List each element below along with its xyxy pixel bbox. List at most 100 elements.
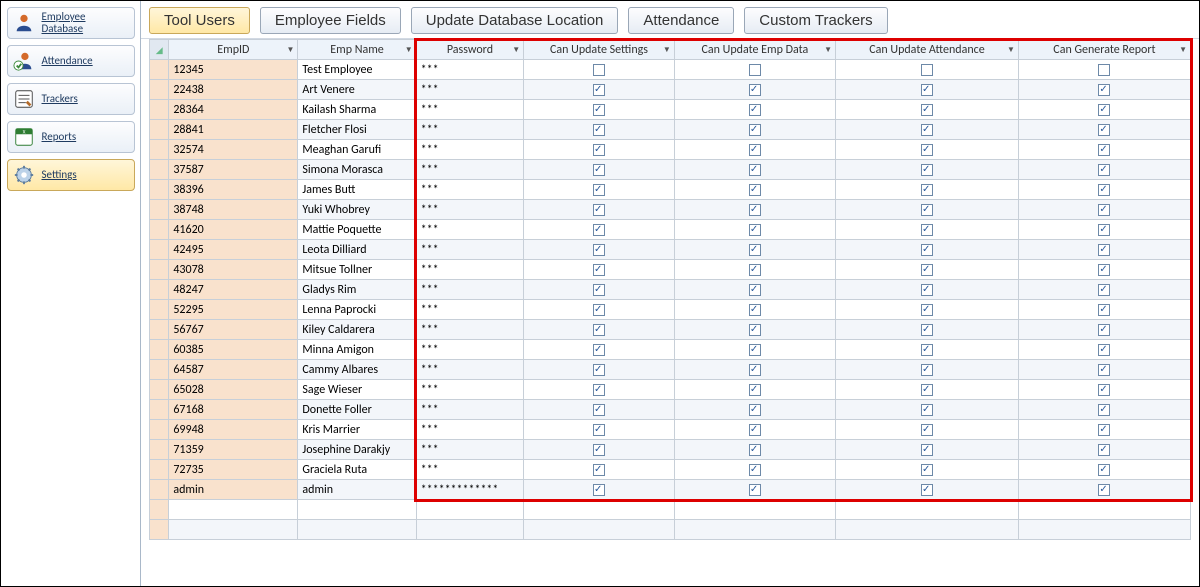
- cell-empname[interactable]: Josephine Darakjy: [298, 440, 416, 460]
- cell-can_update_emp_data[interactable]: [674, 120, 835, 140]
- checkbox-can_generate_report[interactable]: [1098, 344, 1110, 356]
- checkbox-can_generate_report[interactable]: [1098, 304, 1110, 316]
- column-header-empname[interactable]: Emp Name▼: [298, 40, 416, 60]
- cell-empid[interactable]: 67168: [169, 400, 298, 420]
- cell-empty[interactable]: [836, 520, 1019, 540]
- cell-can_update_settings[interactable]: [524, 460, 675, 480]
- checkbox-can_update_settings[interactable]: [593, 264, 605, 276]
- cell-can_update_settings[interactable]: [524, 420, 675, 440]
- checkbox-can_generate_report[interactable]: [1098, 464, 1110, 476]
- cell-can_update_attendance[interactable]: [836, 260, 1019, 280]
- row-header[interactable]: [150, 160, 169, 180]
- checkbox-can_generate_report[interactable]: [1098, 84, 1110, 96]
- row-header[interactable]: [150, 420, 169, 440]
- checkbox-can_generate_report[interactable]: [1098, 384, 1110, 396]
- cell-can_update_attendance[interactable]: [836, 180, 1019, 200]
- cell-empid[interactable]: 28841: [169, 120, 298, 140]
- checkbox-can_update_settings[interactable]: [593, 404, 605, 416]
- cell-can_generate_report[interactable]: [1018, 380, 1190, 400]
- cell-can_update_emp_data[interactable]: [674, 80, 835, 100]
- cell-empid[interactable]: 32574: [169, 140, 298, 160]
- cell-can_generate_report[interactable]: [1018, 100, 1190, 120]
- checkbox-can_update_emp_data[interactable]: [749, 424, 761, 436]
- column-header-can_update_settings[interactable]: Can Update Settings▼: [524, 40, 675, 60]
- cell-password[interactable]: ***: [416, 440, 524, 460]
- cell-can_update_settings[interactable]: [524, 120, 675, 140]
- checkbox-can_update_settings[interactable]: [593, 384, 605, 396]
- checkbox-can_update_settings[interactable]: [593, 184, 605, 196]
- checkbox-can_update_settings[interactable]: [593, 124, 605, 136]
- row-header[interactable]: [150, 260, 169, 280]
- checkbox-can_generate_report[interactable]: [1098, 404, 1110, 416]
- toolbar-button-employee-fields[interactable]: Employee Fields: [260, 7, 401, 34]
- row-header[interactable]: [150, 180, 169, 200]
- cell-empid[interactable]: 60385: [169, 340, 298, 360]
- checkbox-can_update_emp_data[interactable]: [749, 444, 761, 456]
- toolbar-button-attendance[interactable]: Attendance: [628, 7, 734, 34]
- checkbox-can_update_settings[interactable]: [593, 284, 605, 296]
- cell-can_generate_report[interactable]: [1018, 420, 1190, 440]
- chevron-down-icon[interactable]: ▼: [512, 45, 520, 55]
- cell-can_update_settings[interactable]: [524, 280, 675, 300]
- cell-empname[interactable]: Kiley Caldarera: [298, 320, 416, 340]
- checkbox-can_update_settings[interactable]: [593, 224, 605, 236]
- row-header[interactable]: [150, 320, 169, 340]
- row-header[interactable]: [150, 440, 169, 460]
- cell-can_update_attendance[interactable]: [836, 480, 1019, 500]
- cell-empid[interactable]: 38396: [169, 180, 298, 200]
- cell-can_update_settings[interactable]: [524, 60, 675, 80]
- cell-password[interactable]: ***: [416, 380, 524, 400]
- cell-empid[interactable]: 48247: [169, 280, 298, 300]
- checkbox-can_generate_report[interactable]: [1098, 364, 1110, 376]
- cell-can_update_settings[interactable]: [524, 320, 675, 340]
- cell-can_generate_report[interactable]: [1018, 60, 1190, 80]
- checkbox-can_generate_report[interactable]: [1098, 264, 1110, 276]
- cell-empty[interactable]: [416, 500, 524, 520]
- chevron-down-icon[interactable]: ▼: [286, 45, 294, 55]
- checkbox-can_update_settings[interactable]: [593, 364, 605, 376]
- toolbar-button-update-db-location[interactable]: Update Database Location: [411, 7, 619, 34]
- cell-can_generate_report[interactable]: [1018, 180, 1190, 200]
- row-header[interactable]: [150, 200, 169, 220]
- cell-empname[interactable]: Kris Marrier: [298, 420, 416, 440]
- checkbox-can_update_emp_data[interactable]: [749, 264, 761, 276]
- cell-can_update_attendance[interactable]: [836, 340, 1019, 360]
- cell-empname[interactable]: James Butt: [298, 180, 416, 200]
- cell-can_update_emp_data[interactable]: [674, 260, 835, 280]
- cell-password[interactable]: ***: [416, 240, 524, 260]
- cell-password[interactable]: ***: [416, 120, 524, 140]
- cell-password[interactable]: ***: [416, 60, 524, 80]
- row-header[interactable]: [150, 240, 169, 260]
- cell-can_update_emp_data[interactable]: [674, 240, 835, 260]
- column-header-empid[interactable]: EmpID▼: [169, 40, 298, 60]
- checkbox-can_generate_report[interactable]: [1098, 324, 1110, 336]
- cell-password[interactable]: ***: [416, 180, 524, 200]
- sidebar-item-settings[interactable]: Settings: [7, 159, 135, 191]
- checkbox-can_update_attendance[interactable]: [921, 324, 933, 336]
- checkbox-can_update_emp_data[interactable]: [749, 204, 761, 216]
- checkbox-can_update_settings[interactable]: [593, 304, 605, 316]
- checkbox-can_update_settings[interactable]: [593, 144, 605, 156]
- cell-empid[interactable]: 69948: [169, 420, 298, 440]
- cell-password[interactable]: ***: [416, 400, 524, 420]
- checkbox-can_update_attendance[interactable]: [921, 84, 933, 96]
- cell-empname[interactable]: Yuki Whobrey: [298, 200, 416, 220]
- checkbox-can_update_attendance[interactable]: [921, 124, 933, 136]
- checkbox-can_generate_report[interactable]: [1098, 224, 1110, 236]
- cell-empname[interactable]: Sage Wieser: [298, 380, 416, 400]
- checkbox-can_update_attendance[interactable]: [921, 384, 933, 396]
- cell-empty[interactable]: [524, 500, 675, 520]
- cell-empname[interactable]: Donette Foller: [298, 400, 416, 420]
- checkbox-can_update_settings[interactable]: [593, 104, 605, 116]
- row-header[interactable]: [150, 460, 169, 480]
- cell-can_update_emp_data[interactable]: [674, 380, 835, 400]
- cell-empname[interactable]: Leota Dilliard: [298, 240, 416, 260]
- cell-empid[interactable]: 43078: [169, 260, 298, 280]
- cell-can_update_emp_data[interactable]: [674, 220, 835, 240]
- cell-can_update_settings[interactable]: [524, 140, 675, 160]
- cell-can_update_settings[interactable]: [524, 260, 675, 280]
- cell-password[interactable]: ***: [416, 80, 524, 100]
- checkbox-can_update_attendance[interactable]: [921, 364, 933, 376]
- checkbox-can_update_attendance[interactable]: [921, 64, 933, 76]
- checkbox-can_update_emp_data[interactable]: [749, 384, 761, 396]
